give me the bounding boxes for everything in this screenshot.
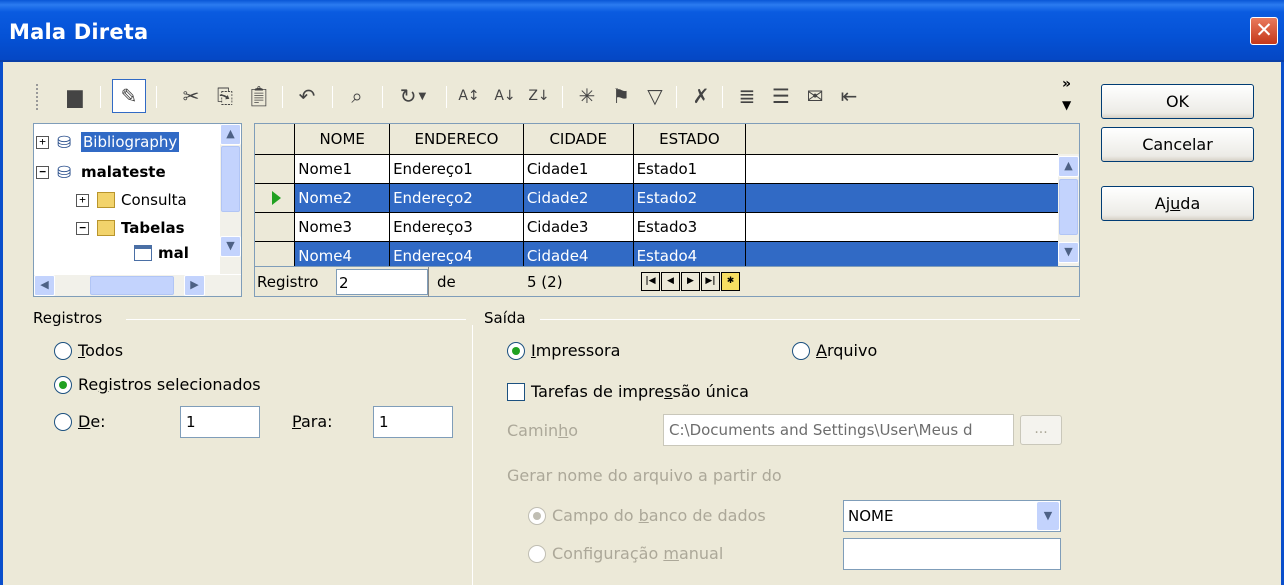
sort-icon[interactable]: A↕ xyxy=(456,83,482,109)
table-row-selected[interactable]: Nome4 Endereço4 Cidade4 Estado4 xyxy=(255,241,1079,266)
browse-button[interactable]: ... xyxy=(1020,415,1062,445)
scroll-thumb[interactable] xyxy=(1059,179,1078,235)
table-row[interactable]: Nome1 Endereço1 Cidade1 Estado1 xyxy=(255,154,1079,184)
impressora-radio[interactable]: Impressora xyxy=(507,341,620,360)
ok-button[interactable]: OK xyxy=(1101,84,1254,119)
expand-icon[interactable]: + xyxy=(36,135,49,149)
first-record-icon[interactable]: |◀ xyxy=(641,272,660,291)
database-icon: ⛁ xyxy=(57,163,72,183)
tree-vertical-scrollbar[interactable]: ▲ ▼ xyxy=(220,124,241,274)
tree-item-tabelas[interactable]: − Tabelas xyxy=(76,214,185,242)
toolbar-grip[interactable] xyxy=(36,84,39,110)
registros-group-title: Registros xyxy=(33,309,103,327)
expand-icon[interactable]: + xyxy=(76,193,89,207)
campo-banco-dados-radio[interactable]: Campo do banco de dados xyxy=(528,506,766,525)
filter-icon[interactable]: ▽ xyxy=(642,83,668,109)
sort-ascending-icon[interactable]: A↓ xyxy=(492,83,518,109)
window-title: Mala Direta xyxy=(9,20,149,44)
table-row[interactable]: Nome3 Endereço3 Cidade3 Estado3 xyxy=(255,212,1079,242)
find-icon[interactable]: ⌕ xyxy=(344,83,370,109)
tree-item-bibliography[interactable]: + ⛁ Bibliography xyxy=(36,128,180,156)
collapse-icon[interactable]: − xyxy=(36,165,49,179)
registro-label: Registro xyxy=(257,273,319,291)
autofilter-icon[interactable]: ✳ xyxy=(574,83,600,109)
new-record-icon[interactable]: ✱ xyxy=(721,272,740,291)
para-input[interactable]: 1 xyxy=(373,406,453,438)
tree-item-table[interactable]: mal xyxy=(134,242,189,264)
cut-icon[interactable]: ✂ xyxy=(178,83,204,109)
tables-folder-icon xyxy=(97,220,115,236)
configuracao-manual-radio[interactable]: Configuração manual xyxy=(528,544,723,563)
record-navigation-bar: Registro 2 de 5 (2) |◀ ◀ ▶ ▶| ✱ xyxy=(254,267,1080,297)
tarefas-impressao-unica-checkbox[interactable]: Tarefas de impressão única xyxy=(507,382,749,401)
de-radio[interactable]: De: xyxy=(54,412,106,431)
campo-select[interactable]: NOME ▼ xyxy=(843,500,1061,532)
next-record-icon[interactable]: ▶ xyxy=(681,272,700,291)
saida-group-title: Saída xyxy=(484,309,526,327)
data-to-text-icon[interactable]: ≣ xyxy=(734,83,760,109)
data-source-icon[interactable]: ▆ xyxy=(62,83,88,109)
toolbar: ▆ ✎ ✂ ⎘ 📋︎ ↶ ⌕ ↻ ▼ A↕ A↓ Z↓ ✳ ⚑ ▽ ✗ ≣ ☰ ✉… xyxy=(32,72,1088,120)
cancel-button[interactable]: Cancelar xyxy=(1101,127,1254,162)
queries-folder-icon xyxy=(97,192,115,208)
standard-filter-icon[interactable]: ⚑ xyxy=(608,83,634,109)
copy-icon[interactable]: ⎘ xyxy=(212,83,238,109)
column-header-estado[interactable]: ESTADO xyxy=(633,124,747,155)
column-header-cidade[interactable]: CIDADE xyxy=(523,124,634,155)
edit-data-icon[interactable]: ✎ xyxy=(112,79,146,113)
scroll-up-icon[interactable]: ▲ xyxy=(220,124,241,145)
de-input[interactable]: 1 xyxy=(180,406,260,438)
mail-merge-icon[interactable]: ✉ xyxy=(802,83,828,109)
table-icon xyxy=(134,245,152,261)
undo-icon[interactable]: ↶ xyxy=(294,83,320,109)
close-button[interactable]: ✕ xyxy=(1250,17,1278,45)
record-number-input[interactable]: 2 xyxy=(336,269,428,295)
de-label: de xyxy=(437,273,456,291)
collapse-icon[interactable]: − xyxy=(76,221,89,235)
remove-filter-icon[interactable]: ✗ xyxy=(688,83,714,109)
para-label: Para: xyxy=(292,412,333,431)
todos-radio[interactable]: Todos xyxy=(54,341,123,360)
tree-horizontal-scrollbar[interactable]: ◀ ▶ xyxy=(34,275,241,296)
paste-icon[interactable]: 📋︎ xyxy=(246,83,272,109)
scroll-thumb[interactable] xyxy=(90,276,174,295)
last-record-icon[interactable]: ▶| xyxy=(701,272,720,291)
record-count: 5 (2) xyxy=(527,273,563,291)
current-row-icon xyxy=(272,190,281,205)
scroll-thumb[interactable] xyxy=(221,146,240,212)
database-icon: ⛁ xyxy=(57,133,72,153)
column-header-nome[interactable]: NOME xyxy=(294,124,391,155)
source-of-current-document-icon[interactable]: ⇤ xyxy=(836,83,862,109)
grid-header-row: NOME ENDERECO CIDADE ESTADO xyxy=(255,124,1079,155)
scroll-up-icon[interactable]: ▲ xyxy=(1058,156,1079,177)
tree-item-consultas[interactable]: + Consulta xyxy=(76,186,187,214)
registros-selecionados-radio[interactable]: Registros selecionados xyxy=(54,375,261,394)
chevron-down-icon[interactable]: ▼ xyxy=(1037,502,1059,530)
caminho-label: Caminho xyxy=(507,421,579,440)
refresh-icon[interactable]: ↻ ▼ xyxy=(392,83,434,109)
data-source-tree[interactable]: + ⛁ Bibliography − ⛁ malateste + Consult… xyxy=(33,123,242,297)
arquivo-radio[interactable]: Arquivo xyxy=(792,341,877,360)
data-grid[interactable]: NOME ENDERECO CIDADE ESTADO Nome1 Endere… xyxy=(254,123,1080,267)
scroll-left-icon[interactable]: ◀ xyxy=(34,275,55,296)
scroll-down-icon[interactable]: ▼ xyxy=(220,236,241,257)
tree-item-malateste[interactable]: − ⛁ malateste xyxy=(36,158,166,186)
sort-descending-icon[interactable]: Z↓ xyxy=(526,83,552,109)
toolbar-options-icon[interactable]: ▼ xyxy=(1062,98,1071,112)
configuracao-manual-input[interactable] xyxy=(843,538,1061,570)
toolbar-overflow-icon[interactable]: » xyxy=(1062,76,1071,92)
scroll-down-icon[interactable]: ▼ xyxy=(1058,242,1079,263)
caminho-input[interactable]: C:\Documents and Settings\User\Meus d xyxy=(663,414,1014,446)
data-to-fields-icon[interactable]: ☰ xyxy=(768,83,794,109)
table-row-selected[interactable]: Nome2 Endereço2 Cidade2 Estado2 xyxy=(255,183,1079,213)
row-header-corner xyxy=(255,124,296,155)
gerar-nome-label: Gerar nome do arquivo a partir do xyxy=(507,466,782,485)
previous-record-icon[interactable]: ◀ xyxy=(661,272,680,291)
column-header-endereco[interactable]: ENDERECO xyxy=(389,124,524,155)
grid-vertical-scrollbar[interactable]: ▲ ▼ xyxy=(1058,154,1079,266)
title-bar: Mala Direta ✕ xyxy=(0,0,1284,62)
help-button[interactable]: Ajuda xyxy=(1101,186,1254,221)
scroll-right-icon[interactable]: ▶ xyxy=(184,275,205,296)
